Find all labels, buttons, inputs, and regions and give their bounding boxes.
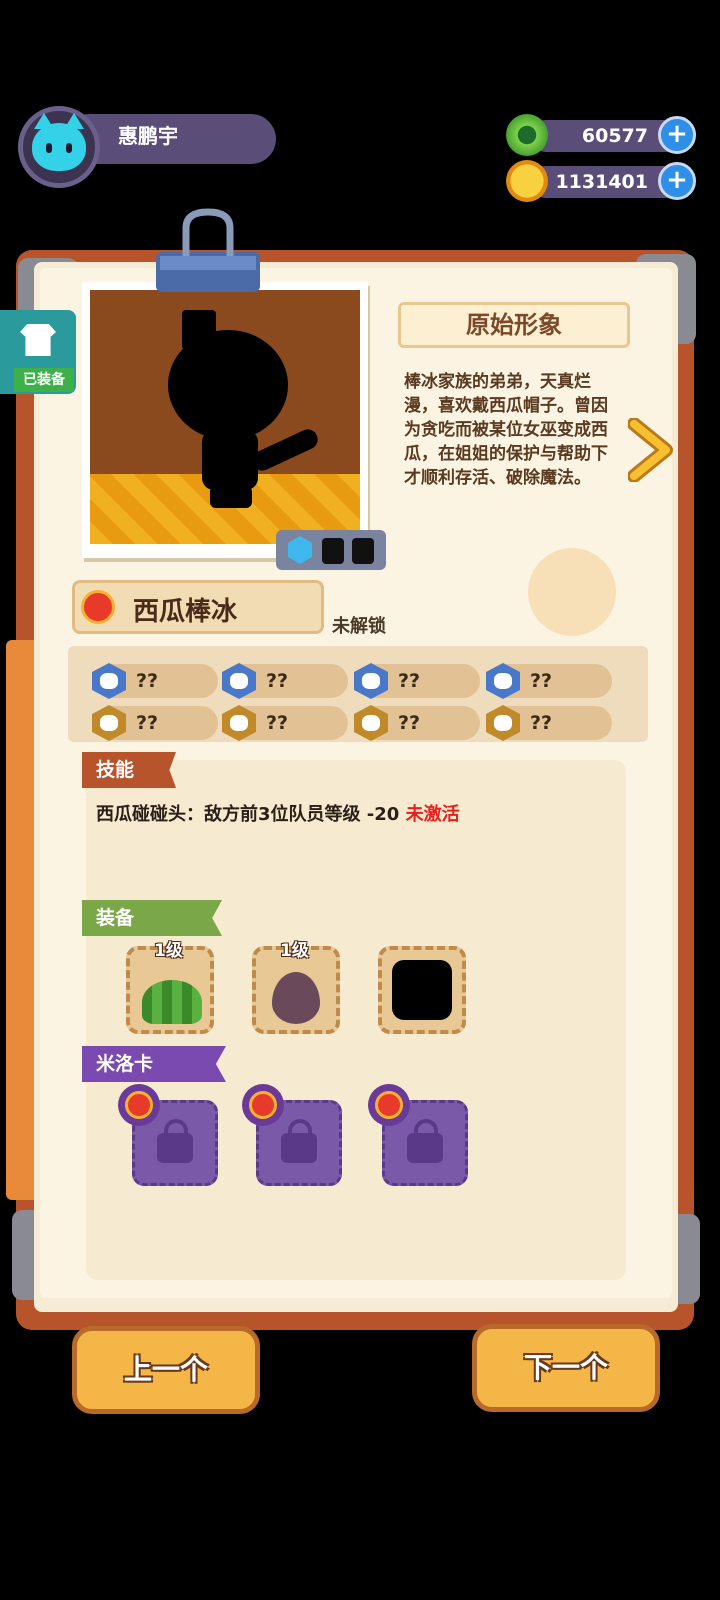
stat-anchor: ?? (486, 663, 612, 699)
binder-clip-icon (156, 208, 260, 292)
lock-icon (281, 1119, 317, 1163)
character-description: 棒冰家族的弟弟，天真烂漫，喜欢戴西瓜帽子。曾因为贪吃而被某位女巫变成西瓜，在姐姐… (404, 372, 608, 488)
stat-hp: ?? (92, 663, 218, 699)
stats-panel: ?? ?? ?? ?? ?? ?? ?? ?? (68, 646, 648, 742)
equipment-slot[interactable]: 1级 (126, 941, 214, 1034)
equipment-level: 1级 (280, 941, 309, 961)
skill-text: 西瓜碰碰头：敌方前3位队员等级 -20 (96, 804, 400, 825)
skill-tag: 技能 (82, 752, 176, 788)
star-rank (276, 530, 386, 570)
prev-button[interactable]: 上一个 (72, 1326, 260, 1414)
stat-strength: ?? (354, 705, 480, 741)
stat-attack: ?? (222, 663, 348, 699)
green-coin-icon (506, 114, 548, 156)
stat-defense: ?? (354, 663, 480, 699)
shield-rank-icon (81, 590, 115, 624)
lock-icon (157, 1119, 193, 1163)
next-form-arrow-icon[interactable] (628, 418, 674, 482)
character-portrait (82, 282, 368, 558)
heart-icon (92, 663, 126, 699)
add-green-coin-button[interactable]: + (658, 116, 696, 154)
currency-green: 60577 + (506, 114, 696, 156)
equipment-slot[interactable] (378, 946, 466, 1034)
anchor-icon (486, 663, 520, 699)
watermelon-hat-icon (142, 980, 202, 1024)
player-name: 惠鹏宇 (118, 124, 178, 148)
skill-state: 未激活 (405, 804, 460, 825)
stat-gear: ?? (92, 705, 218, 741)
equipment-level: 1级 (154, 941, 183, 961)
gold-coin-value: 1131401 (555, 171, 648, 193)
currency-gold: 1131401 + (506, 160, 696, 202)
unlock-status: 未解锁 (332, 616, 386, 637)
rank-badge-icon (125, 1091, 153, 1119)
cat-avatar-icon (32, 113, 86, 171)
green-coin-value: 60577 (581, 125, 648, 147)
rank-badge-icon (375, 1091, 403, 1119)
miloca-badge (118, 1084, 160, 1126)
shield-icon (354, 663, 388, 699)
empty-slot-icon (392, 960, 452, 1020)
rank-slot (322, 538, 344, 564)
stat-smile: ?? (222, 705, 348, 741)
muscle-icon (354, 705, 388, 741)
skill-description: 西瓜碰碰头：敌方前3位队员等级 -20 未激活 (96, 800, 460, 826)
lock-icon (407, 1119, 443, 1163)
rank-slot (352, 538, 374, 564)
sword-icon (222, 663, 256, 699)
equipment-slot[interactable]: 1级 (252, 941, 340, 1034)
gold-planet-coin-icon (506, 160, 548, 202)
gear-icon (92, 705, 126, 741)
seed-icon (272, 972, 320, 1024)
tab-equipped[interactable]: 已装备 (0, 310, 76, 394)
swirl-icon (486, 705, 520, 741)
miloca-badge (242, 1084, 284, 1126)
add-gold-coin-button[interactable]: + (658, 162, 696, 200)
stat-swirl: ?? (486, 705, 612, 741)
form-title: 原始形象 (398, 302, 630, 348)
character-nameplate: 西瓜棒冰 (72, 580, 324, 634)
character-name: 西瓜棒冰 (133, 597, 238, 627)
mascot-watermark-icon (528, 548, 616, 636)
miloca-badge (368, 1084, 410, 1126)
miloca-tag: 米洛卡 (82, 1046, 226, 1082)
shirt-icon (20, 324, 56, 356)
next-button[interactable]: 下一个 (472, 1324, 660, 1412)
gem-icon (288, 536, 312, 564)
tab-equipped-label: 已装备 (14, 368, 74, 392)
equipment-tag: 装备 (82, 900, 222, 936)
smile-icon (222, 705, 256, 741)
avatar[interactable] (18, 106, 100, 188)
rank-badge-icon (249, 1091, 277, 1119)
player-profile[interactable]: 惠鹏宇 (18, 106, 276, 188)
